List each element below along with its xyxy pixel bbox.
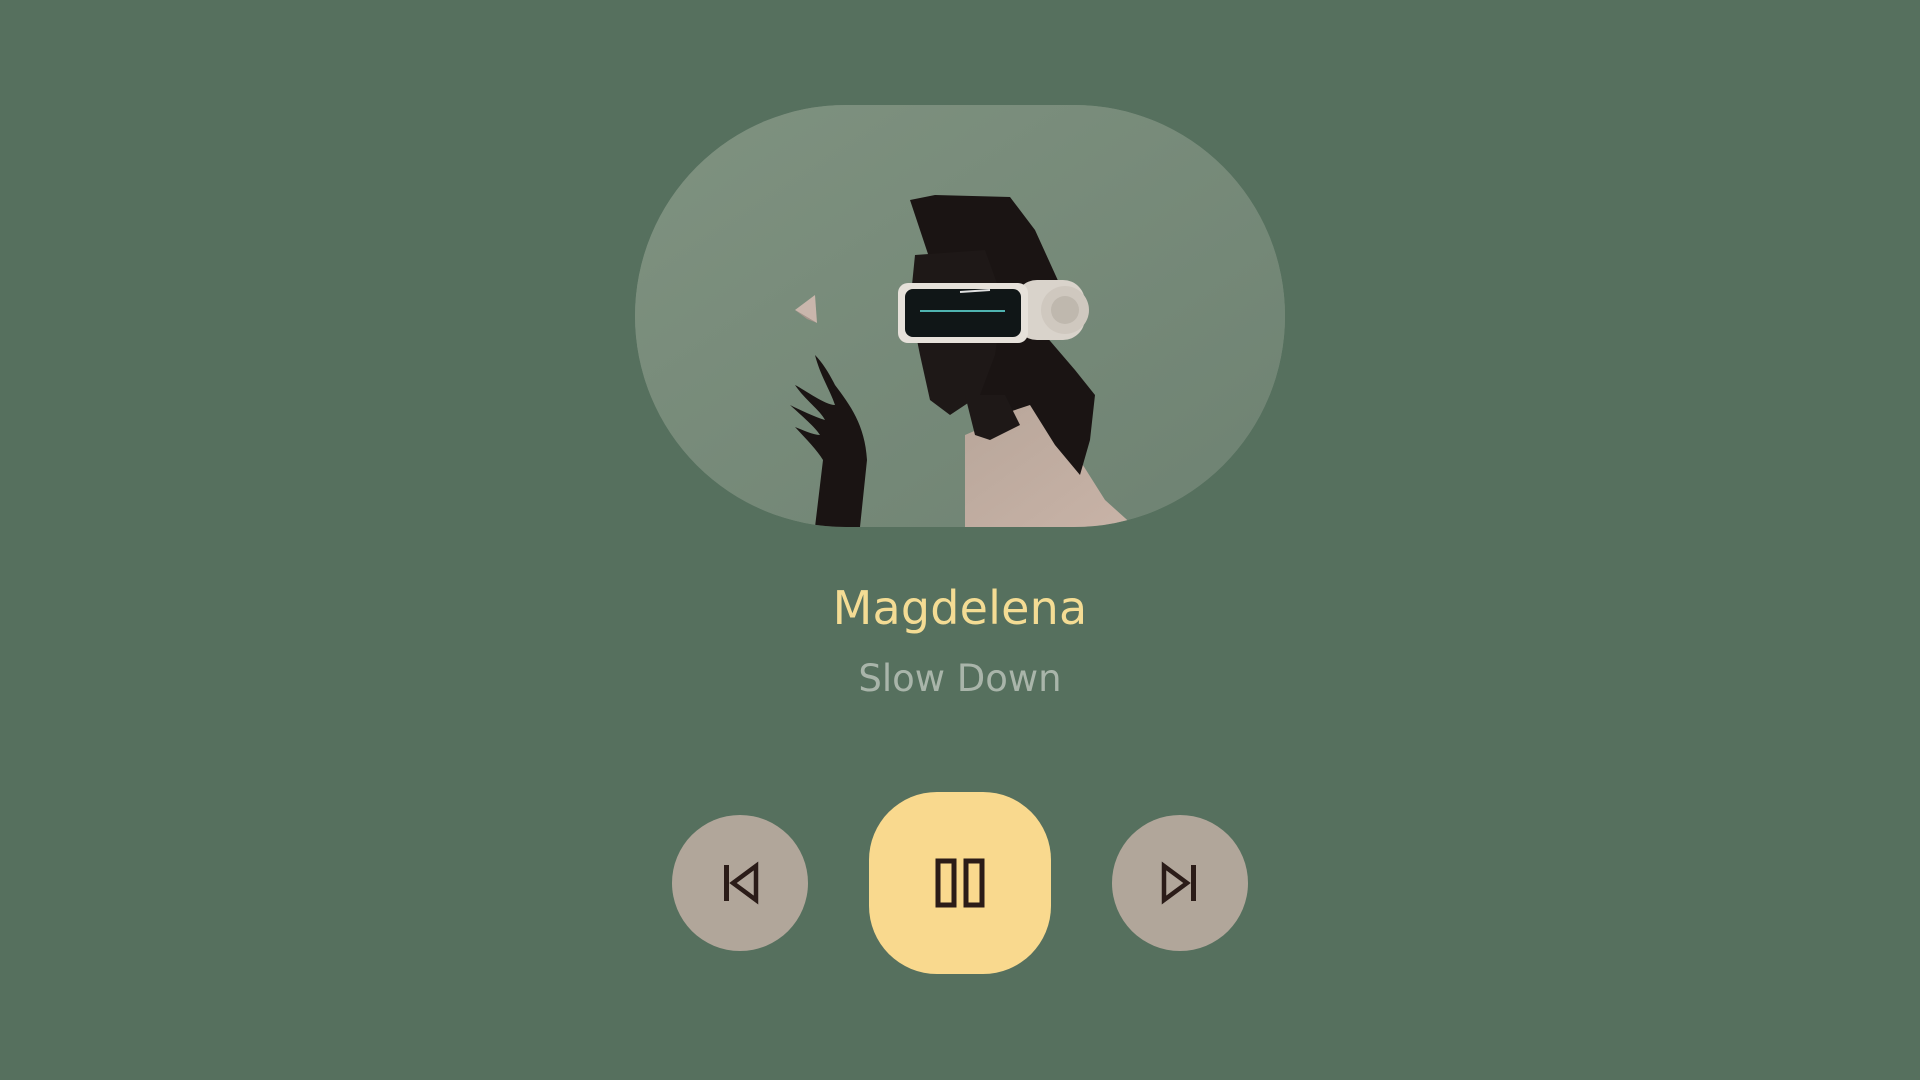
track-title: Magdelena: [832, 581, 1088, 635]
pause-icon: [935, 858, 985, 908]
previous-button[interactable]: [672, 815, 808, 951]
track-artist: Slow Down: [858, 657, 1062, 700]
skip-previous-icon: [724, 861, 759, 905]
skip-next-icon: [1161, 861, 1196, 905]
album-art-illustration: [635, 105, 1285, 527]
next-button[interactable]: [1112, 815, 1248, 951]
album-art: [635, 105, 1285, 527]
play-pause-button[interactable]: [869, 792, 1051, 974]
media-player: Magdelena Slow Down: [0, 0, 1920, 1080]
